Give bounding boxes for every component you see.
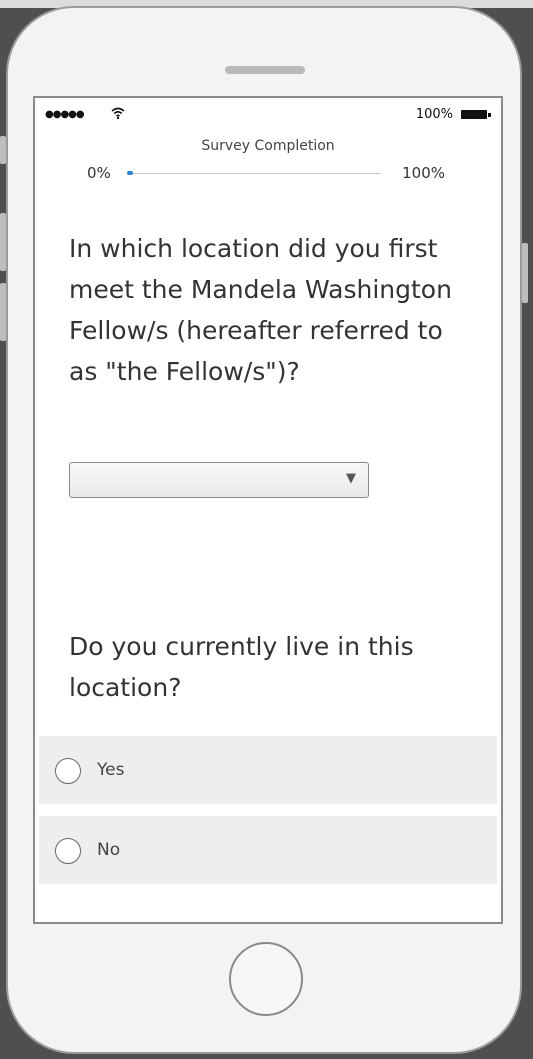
wifi-icon <box>111 107 125 120</box>
progress-title: Survey Completion <box>201 138 335 154</box>
location-dropdown[interactable]: ▼ <box>69 462 369 498</box>
phone-power-button <box>522 243 528 303</box>
option-yes[interactable]: Yes <box>39 736 497 804</box>
progress-start-label: 0% <box>87 164 111 182</box>
option-no[interactable]: No <box>39 816 497 884</box>
progress-track <box>127 173 381 174</box>
option-yes-label: Yes <box>97 760 125 780</box>
question-location: In which location did you first meet the… <box>69 234 452 386</box>
radio-icon[interactable] <box>55 758 81 784</box>
option-no-label: No <box>97 840 121 860</box>
question-current-residence: Do you currently live in this location? <box>69 632 414 702</box>
phone-speaker <box>225 66 305 74</box>
home-button[interactable] <box>229 942 303 1016</box>
phone-volume-up-button <box>0 213 6 271</box>
battery-icon <box>461 110 491 119</box>
radio-icon[interactable] <box>55 838 81 864</box>
signal-strength: ●●●●● <box>45 109 85 120</box>
progress-fill <box>127 171 133 175</box>
battery-percent: 100% <box>415 107 453 122</box>
phone-side-button <box>0 136 6 164</box>
dropdown-arrow-icon: ▼ <box>346 471 356 486</box>
progress-end-label: 100% <box>402 164 445 182</box>
phone-volume-down-button <box>0 283 6 341</box>
phone-screen: ●●●●● 100% Survey Completion 0% 100% In … <box>33 96 503 924</box>
status-bar: ●●●●● 100% <box>35 98 501 128</box>
